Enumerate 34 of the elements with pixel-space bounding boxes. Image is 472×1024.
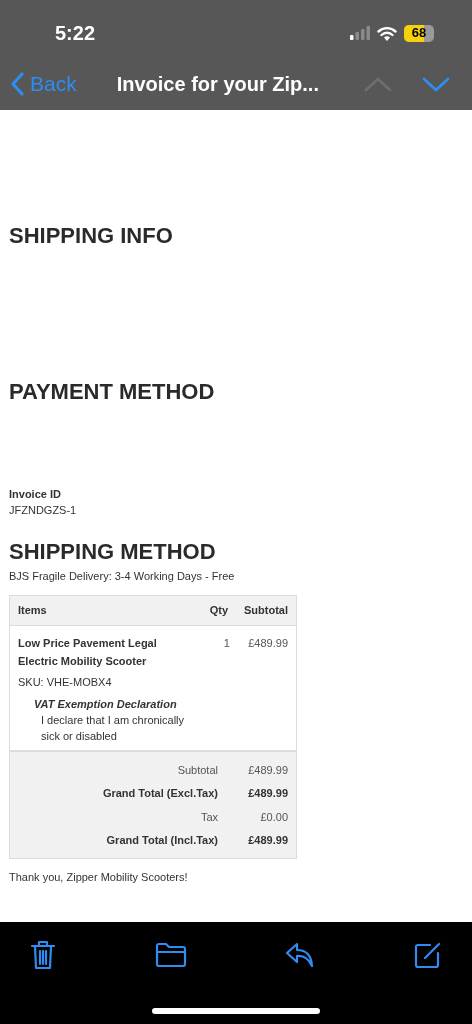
shipping-method-text: BJS Fragile Delivery: 3-4 Working Days - Free (9, 569, 236, 584)
total-value: £489.99 (247, 786, 288, 801)
invoice-id-value: JFZNDGZS-1 (9, 503, 78, 518)
wifi-icon (377, 25, 397, 41)
invoice-id-label: Invoice ID (9, 487, 62, 502)
total-label: Grand Total (Excl.Tax) (101, 786, 218, 801)
status-time: 5:22 (55, 21, 96, 46)
total-label: Subtotal (176, 762, 218, 778)
total-value: £0.00 (259, 809, 288, 825)
message-title: Invoice for your Zip... (116, 72, 319, 97)
option-value: I declare that I am chronically sick or disabled (41, 713, 186, 744)
reply-icon[interactable] (285, 941, 316, 969)
option-label: VAT Exemption Declaration (34, 697, 178, 712)
total-label: Tax (199, 809, 218, 825)
total-label: Grand Total (Incl.Tax) (105, 833, 218, 848)
trash-icon[interactable] (30, 940, 56, 970)
price-cell-text: £489.99 (247, 636, 288, 651)
section-heading: SHIPPING INFO (9, 222, 174, 250)
quantity-cell-text: 1 (222, 636, 230, 651)
column-header: Items (18, 603, 48, 619)
column-header: Subtotal (243, 603, 288, 619)
total-value: £489.99 (247, 833, 288, 848)
section-heading: PAYMENT METHOD (9, 378, 216, 406)
total-value: £489.99 (247, 762, 288, 778)
section-heading: SHIPPING METHOD (9, 538, 217, 566)
compose-icon[interactable] (413, 941, 442, 969)
back-button[interactable]: Back (10, 68, 77, 100)
column-header: Qty (208, 603, 228, 619)
folder-icon[interactable] (154, 942, 187, 968)
back-chevron-icon (10, 72, 24, 96)
product-name: Low Price Pavement Legal Electric Mobility Scooter (18, 636, 158, 669)
thank-you-text: Thank you, Zipper Mobility Scooters! (9, 870, 189, 885)
product-sku: SKU: VHE-MOBX4 (18, 675, 113, 690)
signal-icon (350, 26, 370, 40)
